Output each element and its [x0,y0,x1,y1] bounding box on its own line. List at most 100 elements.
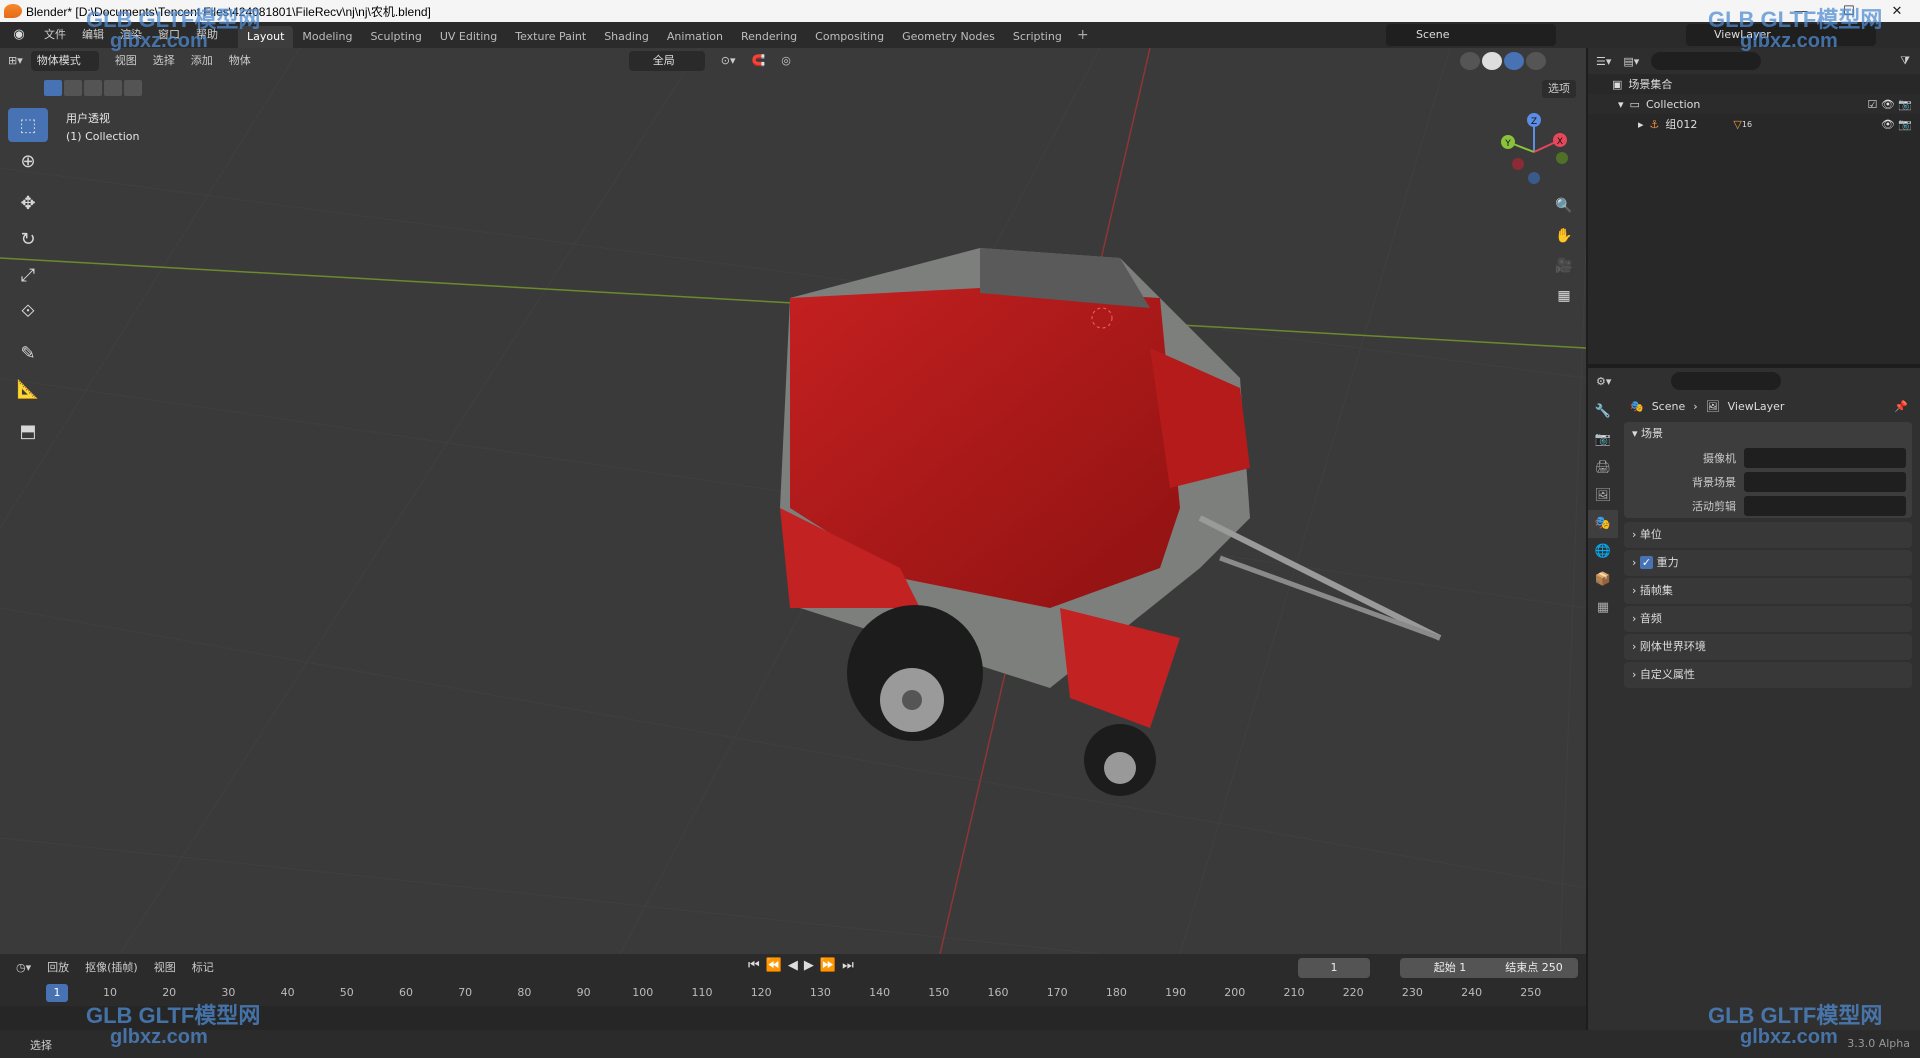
rendered-shading-icon[interactable] [1526,52,1546,70]
filter-icon[interactable]: ⧩ [1900,54,1910,68]
background-scene-field[interactable] [1744,472,1906,492]
3d-viewport[interactable]: ⊞▾ 物体模式 视图 选择 添加 物体 全局 ⊙▾ 🧲 ◎ 选项 用户透视 (1… [0,48,1586,954]
gravity-checkbox[interactable]: ✓ [1639,556,1654,569]
pan-hand-icon[interactable]: ✋ [1552,224,1576,248]
properties-search-input[interactable] [1671,372,1782,390]
scene-panel-header[interactable]: ▾ 场景 [1624,422,1912,446]
jump-start-icon[interactable]: ⏮ [748,958,760,973]
menu-playback[interactable]: 回放 [39,958,77,978]
render-tab-icon[interactable]: 📷 [1588,426,1618,454]
properties-editor-icon[interactable]: ⚙▾ [1596,375,1611,388]
outliner-collection[interactable]: ▾ ▭ Collection ☑ 👁 📷 [1588,94,1920,114]
annotate-tool-icon[interactable]: ✎ [8,336,48,370]
next-keyframe-icon[interactable]: ⏩ [820,958,836,973]
blender-menu-icon[interactable]: ◉ [8,27,30,43]
select-extend-icon[interactable] [64,80,82,96]
zoom-icon[interactable]: 🔍 [1552,194,1576,218]
current-frame-field[interactable]: 1 [1298,958,1370,978]
select-subtract-icon[interactable] [84,80,102,96]
start-frame-field[interactable]: 起始 1 [1400,958,1500,978]
rotate-tool-icon[interactable]: ↻ [8,222,48,256]
menu-marker[interactable]: 标记 [184,958,222,978]
jump-end-icon[interactable]: ⏭ [842,958,854,973]
transform-orientation-selector[interactable]: 全局 [628,51,705,71]
collection-visibility-icons[interactable]: ☑ 👁 📷 [1867,98,1912,111]
options-dropdown[interactable]: 选项 [1542,80,1576,98]
select-box-tool-icon[interactable]: ⬚ [8,108,48,142]
menu-select[interactable]: 选择 [145,51,183,71]
measure-tool-icon[interactable]: 📐 [8,372,48,406]
object-mode-selector[interactable]: 物体模式 [30,51,99,71]
tab-scripting[interactable]: Scripting [1004,26,1071,48]
tab-uv-editing[interactable]: UV Editing [431,26,506,48]
select-new-icon[interactable] [44,80,62,96]
add-cube-tool-icon[interactable]: ⬒ [8,414,48,448]
playhead[interactable]: 1 [46,984,68,1002]
pin-icon[interactable]: 📌 [1894,400,1908,413]
wireframe-shading-icon[interactable] [1460,52,1480,70]
outliner-search-input[interactable] [1651,52,1762,70]
menu-add[interactable]: 添加 [183,51,221,71]
menu-timeline-view[interactable]: 视图 [146,958,184,978]
material-shading-icon[interactable] [1504,52,1524,70]
world-tab-icon[interactable]: 🌐 [1588,538,1618,566]
tab-geometry-nodes[interactable]: Geometry Nodes [893,26,1004,48]
tab-animation[interactable]: Animation [658,26,732,48]
transform-tool-icon[interactable]: ⟐ [8,294,48,328]
texture-tab-icon[interactable]: ▦ [1588,594,1618,622]
proportional-edit-icon[interactable]: ◎ [773,51,799,71]
menu-view[interactable]: 视图 [107,51,145,71]
tab-texture-paint[interactable]: Texture Paint [506,26,595,48]
expand-arrow-icon[interactable]: ▾ [1618,98,1624,111]
tab-sculpting[interactable]: Sculpting [361,26,430,48]
custom-properties-section[interactable]: › 自定义属性 [1624,662,1912,688]
scene-tab-icon[interactable]: 🎭 [1588,510,1618,538]
keying-sets-section[interactable]: › 插帧集 [1624,578,1912,604]
solid-shading-icon[interactable] [1482,52,1502,70]
tab-shading[interactable]: Shading [595,26,658,48]
tab-rendering[interactable]: Rendering [732,26,806,48]
units-section[interactable]: › 单位 [1624,522,1912,548]
view-layer-tab-icon[interactable]: 🖼 [1588,482,1618,510]
pivot-icon[interactable]: ⊙▾ [713,51,744,71]
camera-view-icon[interactable]: 🎥 [1552,254,1576,278]
play-reverse-icon[interactable]: ◀ [788,958,798,973]
outliner-editor-icon[interactable]: ☰▾ [1596,55,1611,68]
scene-selector[interactable]: Scene [1386,24,1556,46]
collection-tab-icon[interactable]: 📦 [1588,566,1618,594]
output-tab-icon[interactable]: 🖨 [1588,454,1618,482]
gravity-section[interactable]: › ✓ 重力 [1624,550,1912,576]
prev-keyframe-icon[interactable]: ⏪ [766,958,782,973]
baler-model[interactable] [780,248,1442,796]
timeline-tick-label: 230 [1401,986,1423,999]
select-difference-icon[interactable] [104,80,122,96]
object-visibility-icons[interactable]: 👁 📷 [1881,118,1912,131]
active-clip-field[interactable] [1744,496,1906,516]
outliner-object[interactable]: ▸ ⚓ 组012 ▽ 16 👁 📷 [1588,114,1920,134]
camera-field[interactable] [1744,448,1906,468]
menu-keying[interactable]: 抠像(插帧) [77,958,146,978]
tab-compositing[interactable]: Compositing [806,26,893,48]
scale-tool-icon[interactable]: ⤢ [8,258,48,292]
ortho-grid-icon[interactable]: ▦ [1552,284,1576,308]
add-workspace-button[interactable]: + [1071,27,1095,43]
audio-section[interactable]: › 音频 [1624,606,1912,632]
menu-object[interactable]: 物体 [221,51,259,71]
timeline-editor-icon[interactable]: ◷▾ [8,958,39,978]
outliner-scene-collection[interactable]: ▣ 场景集合 [1588,74,1920,94]
select-intersect-icon[interactable] [124,80,142,96]
snap-icon[interactable]: 🧲 [744,51,774,71]
cursor-tool-icon[interactable]: ⊕ [8,144,48,178]
navigation-gizmo[interactable]: Z X Y [1494,112,1574,192]
editor-type-icon[interactable]: ⊞▾ [0,51,31,71]
collapse-arrow-icon[interactable]: ▸ [1638,118,1644,131]
timeline-tick-label: 150 [928,986,950,999]
tab-modeling[interactable]: Modeling [293,26,361,48]
tool-tab-icon[interactable]: 🔧 [1588,398,1618,426]
move-tool-icon[interactable]: ✥ [8,186,48,220]
play-icon[interactable]: ▶ [804,958,814,973]
rigid-body-world-section[interactable]: › 刚体世界环境 [1624,634,1912,660]
end-frame-field[interactable]: 结束点 250 [1490,958,1578,978]
display-mode-icon[interactable]: ▤▾ [1623,55,1639,68]
menu-file[interactable]: 文件 [36,22,74,48]
